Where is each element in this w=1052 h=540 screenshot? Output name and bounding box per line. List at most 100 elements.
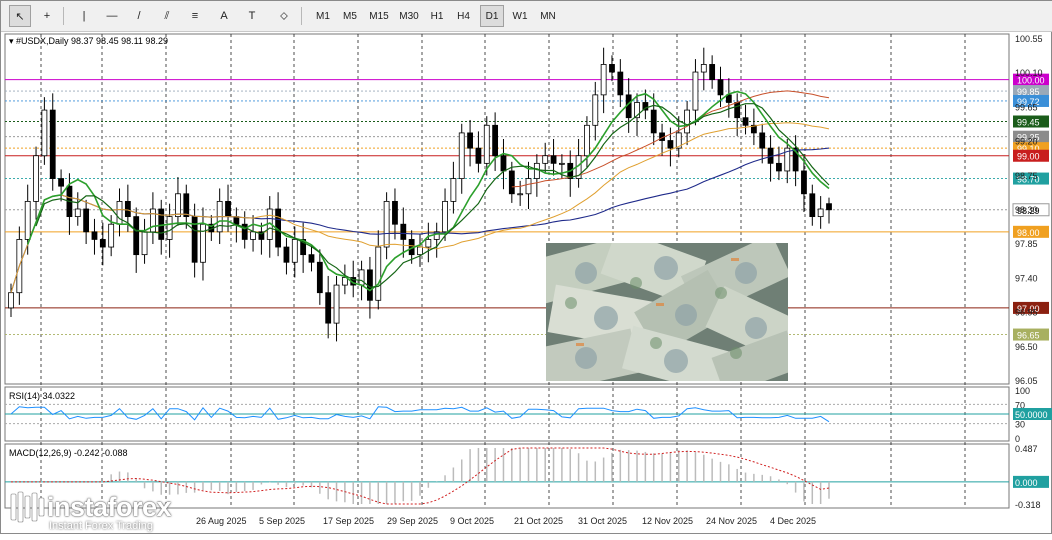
instaforex-logo: instaforex Instant Forex Trading [9,490,172,532]
price-axis-label: 100.10 [1015,68,1043,78]
timeframe-h4[interactable]: H4 [451,5,476,27]
candle-body [291,239,298,263]
vertical-line-icon[interactable]: | [73,5,95,27]
level-price-label: 96.65 [1017,331,1040,341]
candle-body [166,216,173,240]
candle-body [108,223,115,248]
candle-body [200,223,206,263]
date-axis-label: 26 Aug 2025 [196,516,247,526]
price-axis-label: 99.65 [1015,102,1038,112]
crosshair-icon[interactable]: + [36,5,58,27]
candle-body [801,170,807,195]
candle-body [116,200,123,225]
candle-body [8,292,14,309]
candle-body [717,79,724,96]
candle-body [325,292,332,324]
timeframe-m30[interactable]: M30 [395,5,423,27]
rsi-header: RSI(14) 34.0322 [9,391,75,401]
candle-body [74,208,81,218]
price-axis-label: 98.75 [1015,171,1038,181]
candle-body [467,132,473,149]
horizontal-line-icon[interactable]: — [101,5,123,27]
candle-body [508,170,515,195]
price-chart[interactable]: 100.0099.8599.7299.4599.2599.1099.0098.7… [1,32,1052,535]
price-axis-label: 96.95 [1015,308,1038,318]
shapes-icon[interactable]: ⬦ [269,5,299,27]
timeframe-h1[interactable]: H1 [425,5,449,27]
candle-body [742,117,749,126]
rsi-scale-label: 100 [1015,386,1030,396]
rsi-level-label: 50.0000 [1015,410,1048,420]
candle-body [383,200,390,248]
instaforex-logo-icon [10,491,45,523]
fibonacci-icon[interactable]: ≡ [184,5,206,27]
candle-body [183,193,190,218]
timeframe-w1[interactable]: W1 [508,5,532,27]
timeframe-m1[interactable]: M1 [311,5,335,27]
date-axis-label: 5 Sep 2025 [259,516,305,526]
price-axis-label: 97.40 [1015,273,1038,283]
candle-body [542,155,549,164]
candle-body [358,269,365,286]
toolbar: ↖ + | — / ⫽ ≡ A T ⬦ M1 M5 M15 M30 H1 H4 D1 W1 MN [1,1,1052,32]
trendline-icon[interactable]: / [128,5,150,27]
candle-body [375,246,382,301]
price-axis-label: 96.05 [1015,376,1038,386]
candle-body [525,178,532,195]
equidistant-channel-icon[interactable]: ⫽ [156,5,178,27]
timeframe-d1[interactable]: D1 [480,5,504,27]
candle-body [558,162,565,165]
candle-body [425,239,432,248]
macd-scale-label: 0.000 [1015,478,1038,488]
candle-body [124,200,131,218]
level-price-label: 99.00 [1017,152,1040,162]
price-axis-label: 98.30 [1015,205,1038,215]
candle-body [609,64,615,73]
candle-body [667,140,674,149]
candle-body [517,193,524,196]
candle-body [83,208,90,233]
candle-body [709,64,716,81]
candle-body [175,193,181,218]
cursor-icon[interactable]: ↖ [9,5,31,27]
candle-body [617,71,624,96]
candle-body [41,109,48,157]
chart-area[interactable]: 100.00 99.85 99.72 99.45 99.25 99.10 99.00 98.7… [1,32,1052,535]
date-axis-label: 21 Oct 2025 [514,516,563,526]
candle-body [492,124,499,157]
rsi-scale-label: 0 [1015,434,1020,444]
brand-tagline: Instant Forex Trading [49,520,153,532]
terminal-window: ↖ + | — / ⫽ ≡ A T ⬦ M1 M5 M15 M30 H1 H4 D1 W1 MN 100.00 99.… [0,0,1052,534]
candle-body [809,193,816,218]
timeframe-m15[interactable]: M15 [365,5,393,27]
macd-scale-label: -0.318 [1015,500,1041,510]
candle-body [759,132,766,149]
date-axis-label: 12 Nov 2025 [642,516,693,526]
candle-body [133,216,140,256]
candle-body [442,200,448,233]
candle-body [400,223,407,240]
candle-body [392,200,398,225]
macd-header: MACD(12,26,9) -0.242 -0.088 [9,448,128,458]
candle-body [225,200,231,218]
candle-body [450,178,457,202]
text-icon[interactable]: A [213,5,235,27]
price-axis-label: 96.50 [1015,342,1038,352]
candle-body [250,231,256,240]
candle-body [776,162,782,172]
candle-body [684,109,691,134]
date-axis-label: 17 Sep 2025 [323,516,374,526]
candle-body [316,261,323,294]
candle-body [550,155,557,164]
candle-body [233,216,240,225]
timeframe-m5[interactable]: M5 [338,5,362,27]
text-label-icon[interactable]: T [241,5,263,27]
candle-body [333,284,340,324]
date-axis-label: 9 Oct 2025 [450,516,494,526]
candle-body [650,109,657,134]
rsi-scale-label: 30 [1015,420,1025,430]
candle-body [500,155,507,172]
candle-body [700,64,707,73]
timeframe-mn[interactable]: MN [535,5,561,27]
candle-body [149,208,156,233]
